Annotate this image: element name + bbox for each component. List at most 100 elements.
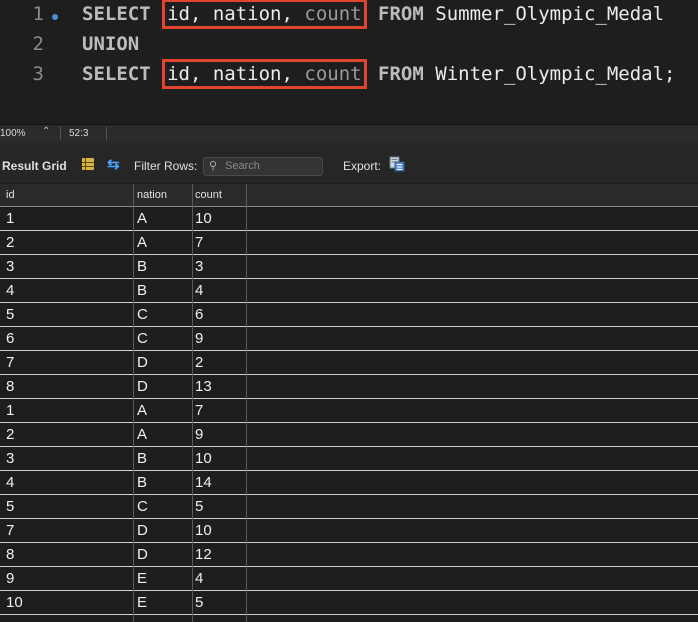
cell-nation[interactable]: D bbox=[137, 546, 148, 563]
cell-nation[interactable]: D bbox=[137, 354, 148, 371]
result-grid[interactable]: id nation count 1 A 10 2 A 7 3 B 3 4 B 4 5 C 6 6 C 9 7 D 2 8 D… bbox=[0, 184, 698, 622]
table-row[interactable]: 4 B 4 bbox=[0, 279, 698, 303]
status-divider bbox=[106, 127, 107, 140]
code-text[interactable]: UNION bbox=[82, 33, 139, 55]
cell-count[interactable]: 9 bbox=[195, 330, 203, 347]
cell-count[interactable]: 7 bbox=[195, 234, 203, 251]
table-row[interactable]: 9 E 4 bbox=[0, 567, 698, 591]
cell-id[interactable]: 3 bbox=[6, 258, 14, 275]
column-header-nation[interactable]: nation bbox=[137, 189, 167, 201]
cell-nation[interactable]: A bbox=[137, 234, 147, 251]
sql-editor[interactable]: 1 SELECT id, nation, count FROM Summer_O… bbox=[0, 0, 698, 124]
zoom-stepper-icon[interactable]: ⌃ bbox=[42, 126, 50, 137]
line-number: 1 bbox=[32, 3, 44, 25]
column-divider bbox=[133, 184, 134, 622]
cell-count[interactable]: 14 bbox=[195, 474, 212, 491]
cell-count[interactable]: 12 bbox=[195, 546, 212, 563]
cell-nation[interactable]: A bbox=[137, 210, 147, 227]
cell-nation[interactable]: B bbox=[137, 258, 147, 275]
cell-count[interactable]: 10 bbox=[195, 450, 212, 467]
cell-id[interactable]: 4 bbox=[6, 282, 14, 299]
table-row[interactable]: 1 A 7 bbox=[0, 399, 698, 423]
cell-nation[interactable]: C bbox=[137, 306, 148, 323]
cell-id[interactable]: 1 bbox=[6, 402, 14, 419]
column-header-count[interactable]: count bbox=[195, 189, 222, 201]
grid-view-icon[interactable] bbox=[82, 158, 94, 170]
table-row[interactable]: 7 D 10 bbox=[0, 519, 698, 543]
cell-id[interactable]: 7 bbox=[6, 354, 14, 371]
table-row[interactable]: 4 B 14 bbox=[0, 471, 698, 495]
table-name: Summer_Olympic_Medal bbox=[435, 3, 665, 25]
code-text[interactable]: SELECT id, nation, count FROM Summer_Oly… bbox=[82, 0, 665, 29]
table-row[interactable]: 10 E 5 bbox=[0, 591, 698, 615]
table-row[interactable]: 2 A 9 bbox=[0, 423, 698, 447]
table-row[interactable]: 3 B 3 bbox=[0, 255, 698, 279]
cell-count[interactable]: 6 bbox=[195, 306, 203, 323]
code-line-1[interactable]: 1 SELECT id, nation, count FROM Summer_O… bbox=[0, 0, 698, 31]
cell-count[interactable]: 10 bbox=[195, 210, 212, 227]
cell-count[interactable]: 3 bbox=[195, 258, 203, 275]
cell-id[interactable]: 5 bbox=[6, 306, 14, 323]
cell-id[interactable]: 9 bbox=[6, 570, 14, 587]
cell-count[interactable]: 10 bbox=[195, 522, 212, 539]
result-grid-tab[interactable]: Result Grid bbox=[2, 159, 67, 173]
search-icon: ⚲ bbox=[209, 160, 218, 172]
cell-count[interactable]: 9 bbox=[195, 426, 203, 443]
table-row[interactable]: 1 A 10 bbox=[0, 207, 698, 231]
cell-count[interactable]: 2 bbox=[195, 354, 203, 371]
cell-nation[interactable]: A bbox=[137, 402, 147, 419]
cell-nation[interactable]: D bbox=[137, 378, 148, 395]
cell-count[interactable]: 5 bbox=[195, 594, 203, 611]
code-line-3[interactable]: 3 SELECT id, nation, count FROM Winter_O… bbox=[0, 59, 698, 91]
search-input[interactable] bbox=[225, 159, 317, 173]
keyword-union: UNION bbox=[82, 33, 140, 55]
cell-nation[interactable]: C bbox=[137, 330, 148, 347]
cell-id[interactable]: 5 bbox=[6, 498, 14, 515]
table-row[interactable]: 2 A 7 bbox=[0, 231, 698, 255]
column-header-id[interactable]: id bbox=[6, 189, 15, 201]
breakpoint-dot-icon[interactable] bbox=[52, 14, 58, 20]
table-row[interactable]: 6 C 9 bbox=[0, 327, 698, 351]
cell-id[interactable]: 8 bbox=[6, 546, 14, 563]
cell-count[interactable]: 4 bbox=[195, 570, 203, 587]
cell-count[interactable]: 13 bbox=[195, 378, 212, 395]
cell-nation[interactable]: B bbox=[137, 450, 147, 467]
grid-header-row: id nation count bbox=[0, 184, 698, 207]
cell-nation[interactable]: B bbox=[137, 474, 147, 491]
cell-count[interactable]: 5 bbox=[195, 498, 203, 515]
cell-id[interactable]: 2 bbox=[6, 234, 14, 251]
code-text[interactable]: SELECT id, nation, count FROM Winter_Oly… bbox=[82, 59, 675, 89]
cell-id[interactable]: 7 bbox=[6, 522, 14, 539]
column-list: id, nation, bbox=[167, 3, 305, 25]
cell-nation[interactable]: E bbox=[137, 570, 147, 587]
line-number: 2 bbox=[32, 33, 44, 55]
zoom-level[interactable]: 100% bbox=[0, 128, 26, 139]
cell-count[interactable]: 7 bbox=[195, 402, 203, 419]
table-row[interactable]: 7 D 2 bbox=[0, 351, 698, 375]
export-icon[interactable] bbox=[389, 156, 405, 172]
code-line-2[interactable]: 2 UNION bbox=[0, 31, 698, 61]
table-row[interactable]: 8 D 12 bbox=[0, 543, 698, 567]
cell-id[interactable]: 2 bbox=[6, 426, 14, 443]
cell-count[interactable]: 4 bbox=[195, 282, 203, 299]
cell-id[interactable]: 6 bbox=[6, 330, 14, 347]
filter-search-box[interactable]: ⚲ bbox=[203, 157, 323, 176]
cell-id[interactable]: 3 bbox=[6, 450, 14, 467]
cell-id[interactable]: 1 bbox=[6, 210, 14, 227]
column-divider bbox=[246, 184, 247, 622]
cell-id[interactable]: 8 bbox=[6, 378, 14, 395]
cell-nation[interactable]: E bbox=[137, 594, 147, 611]
column-list: id, nation, bbox=[167, 63, 305, 85]
cell-id[interactable]: 4 bbox=[6, 474, 14, 491]
refresh-icon[interactable]: ⇆ bbox=[107, 155, 120, 173]
cell-nation[interactable]: D bbox=[137, 522, 148, 539]
cell-nation[interactable]: A bbox=[137, 426, 147, 443]
cell-id[interactable]: 10 bbox=[6, 594, 23, 611]
table-row[interactable]: 3 B 10 bbox=[0, 447, 698, 471]
table-row[interactable]: 8 D 13 bbox=[0, 375, 698, 399]
table-row[interactable]: 5 C 5 bbox=[0, 495, 698, 519]
cell-nation[interactable]: B bbox=[137, 282, 147, 299]
line-number: 3 bbox=[32, 63, 44, 85]
cell-nation[interactable]: C bbox=[137, 498, 148, 515]
table-row[interactable]: 5 C 6 bbox=[0, 303, 698, 327]
